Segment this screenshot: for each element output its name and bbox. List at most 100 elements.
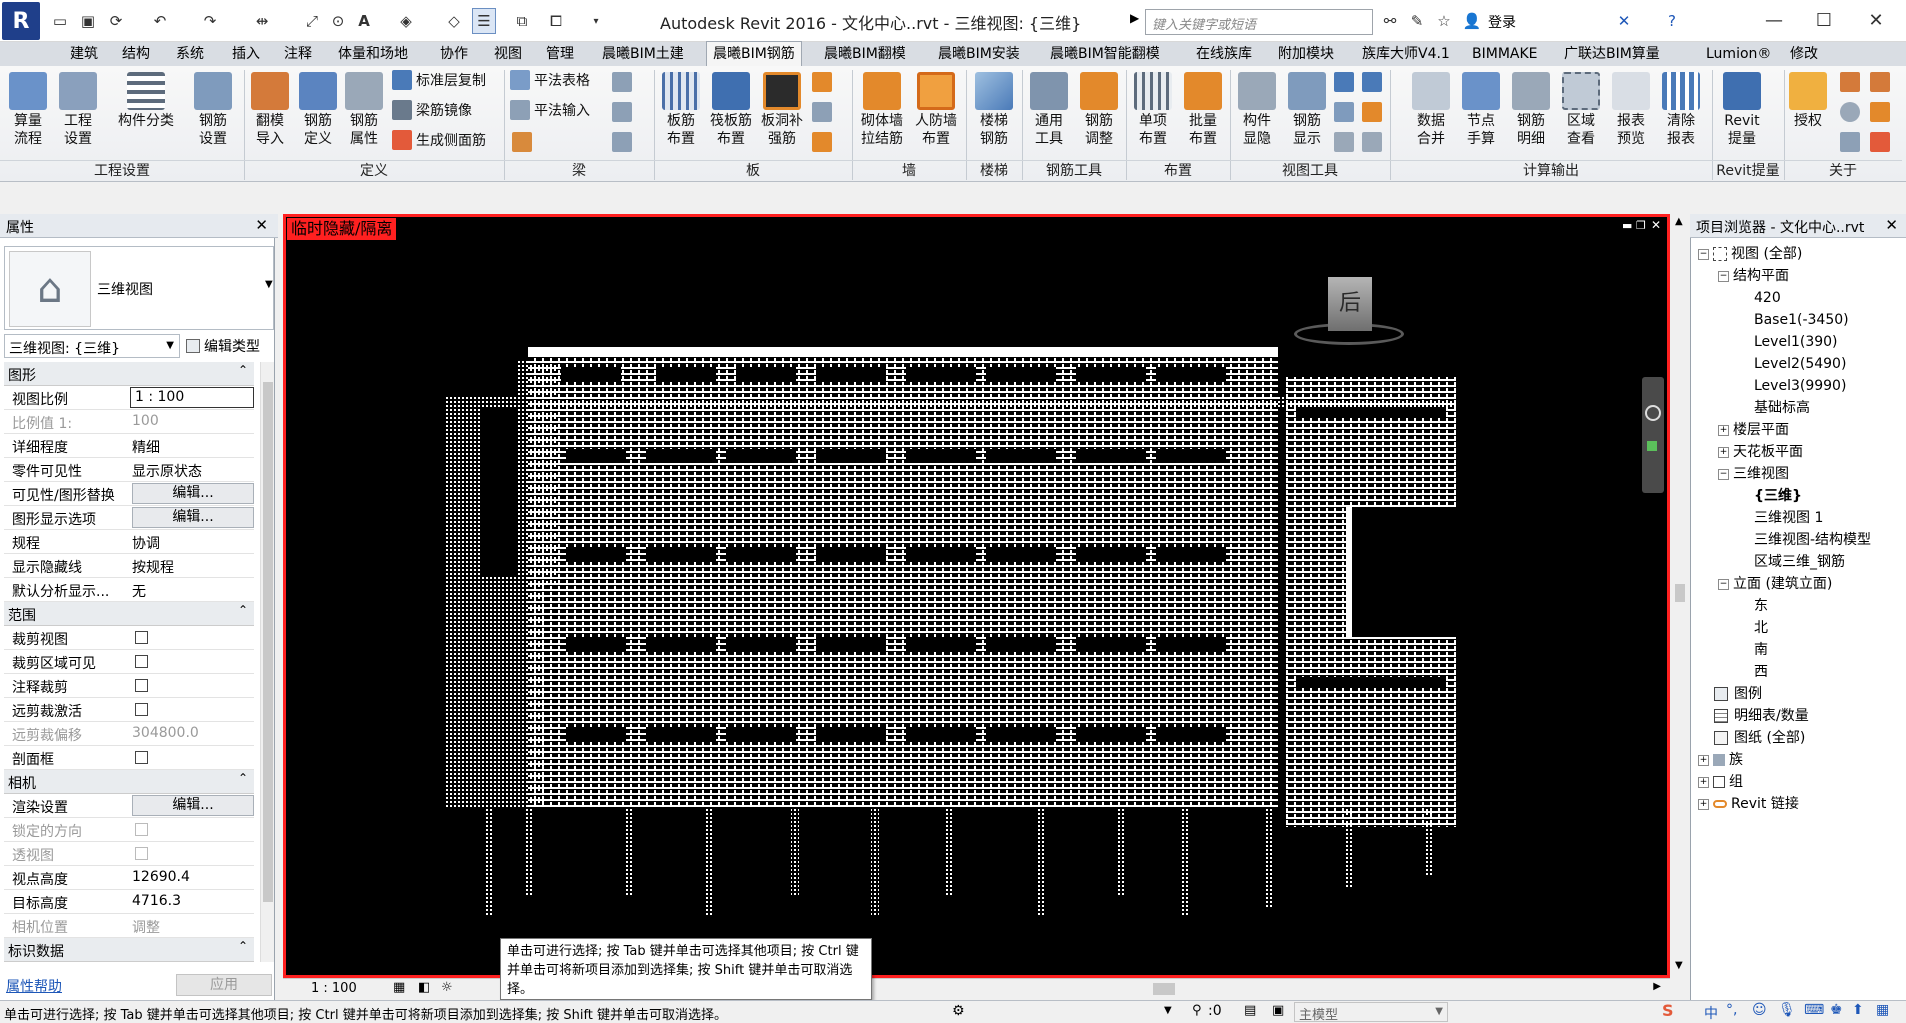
stair-rebar-button[interactable]: 楼梯 钢筋 <box>972 72 1016 148</box>
redo-icon[interactable]: ↷ <box>198 8 222 34</box>
collapse-icon[interactable]: − <box>1698 248 1709 260</box>
slab-rebar-button[interactable]: 板筋 布置 <box>658 72 704 148</box>
about-user-icon[interactable] <box>1840 72 1860 92</box>
view-tool-icon[interactable] <box>1362 132 1382 152</box>
viewport-minimize-icon[interactable]: ▬ <box>1622 219 1632 232</box>
annotation-crop-checkbox[interactable] <box>135 679 148 692</box>
view-selector-dropdown[interactable]: 三维视图: {三维} ▼ <box>4 334 180 358</box>
tree-legends[interactable]: 图例 <box>1714 684 1762 706</box>
properties-scrollbar[interactable] <box>260 362 274 962</box>
scroll-thumb[interactable] <box>1675 584 1685 602</box>
beam-tool-icon[interactable] <box>612 132 632 152</box>
favorites-icon[interactable]: ☆ <box>1432 8 1456 34</box>
expand-icon[interactable]: + <box>1698 776 1709 788</box>
tab-insert[interactable]: 插入 <box>226 42 266 66</box>
filter-icon[interactable]: ▤ <box>1244 1003 1256 1018</box>
row-target-elevation[interactable]: 目标高度 4716.3 <box>4 890 254 914</box>
tree-elevations[interactable]: − 立面 (建筑立面) <box>1718 574 1832 596</box>
vg-edit-button[interactable]: 编辑... <box>132 483 254 504</box>
sync-icon[interactable]: ⟳ <box>104 8 128 34</box>
row-eye-elevation[interactable]: 视点高度 12690.4 <box>4 866 254 890</box>
help-icon[interactable]: ? <box>1660 8 1684 34</box>
beam-rebar-mirror-button[interactable]: 梁筋镜像 <box>392 100 472 120</box>
about-person-icon[interactable] <box>1870 102 1890 122</box>
binoculars-icon[interactable]: ⚯ <box>1378 8 1402 34</box>
rebar-display-button[interactable]: 钢筋 显示 <box>1284 72 1330 148</box>
about-user-icon[interactable] <box>1870 72 1890 92</box>
expand-icon[interactable]: + <box>1698 754 1709 766</box>
emoji-icon[interactable]: ☺ <box>1752 1002 1767 1018</box>
table-input-button[interactable]: 平法表格 <box>510 70 590 90</box>
row-default-analysis[interactable]: 默认分析显示... 无 <box>4 578 254 602</box>
properties-help-link[interactable]: 属性帮助 <box>6 976 62 996</box>
main-model-dropdown[interactable]: 主模型 ▼ <box>1294 1002 1448 1023</box>
license-button[interactable]: 授权 <box>1788 72 1828 130</box>
tree-item[interactable]: 东 <box>1754 596 1768 618</box>
tree-item[interactable]: 西 <box>1754 662 1768 684</box>
civil-defense-wall-button[interactable]: 人防墙 布置 <box>910 72 962 148</box>
scroll-thumb[interactable] <box>263 382 273 902</box>
tree-item[interactable]: Level3(9990) <box>1754 376 1846 398</box>
tab-manage[interactable]: 管理 <box>540 42 580 66</box>
tab-chenxi-civil[interactable]: 晨曦BIM土建 <box>596 42 690 66</box>
editable-only-icon[interactable]: ▣ <box>1272 1003 1284 1018</box>
section-camera[interactable]: 相机 ⌃ <box>4 770 254 794</box>
scroll-down-icon[interactable]: ▼ <box>1675 960 1683 971</box>
tab-bimmake[interactable]: BIMMAKE <box>1466 42 1544 66</box>
collapse-icon[interactable]: − <box>1718 270 1729 282</box>
row-detail-level[interactable]: 详细程度 精细 <box>4 434 254 458</box>
crop-visible-checkbox[interactable] <box>135 655 148 668</box>
slab-opening-rebar-button[interactable]: 板洞补 强筋 <box>756 72 808 148</box>
tree-item[interactable]: 区域三维_钢筋 <box>1754 552 1845 574</box>
minimize-button[interactable]: — <box>1750 0 1798 40</box>
report-preview-button[interactable]: 报表 预览 <box>1608 72 1654 148</box>
rebar-properties-button[interactable]: 钢筋 属性 <box>342 72 386 148</box>
component-visibility-button[interactable]: 构件 显隐 <box>1234 72 1280 148</box>
rebar-detail-button[interactable]: 钢筋 明细 <box>1508 72 1554 148</box>
view-tool-icon[interactable] <box>1334 132 1354 152</box>
tree-item-active[interactable]: {三维} <box>1754 486 1802 508</box>
display-edit-button[interactable]: 编辑... <box>132 507 254 528</box>
clear-report-button[interactable]: 清除 报表 <box>1658 72 1704 148</box>
slab-tool-icon[interactable] <box>812 72 832 92</box>
tab-view[interactable]: 视图 <box>488 42 528 66</box>
3d-viewport[interactable]: 后 ▬ ❐ ✕ <box>283 214 1670 978</box>
tab-chenxi-smart[interactable]: 晨曦BIM智能翻模 <box>1044 42 1166 66</box>
mic-icon[interactable]: 🎙 <box>1778 1002 1796 1018</box>
section-box-checkbox[interactable] <box>135 751 148 764</box>
rebar-define-button[interactable]: 钢筋 定义 <box>296 72 340 148</box>
tab-massing[interactable]: 体量和场地 <box>332 42 414 66</box>
aligned-dimension-icon[interactable]: ⤢ <box>300 8 324 34</box>
save-icon[interactable]: ▣ <box>76 8 100 34</box>
detail-level-icon[interactable]: ▦ <box>393 980 405 995</box>
beam-extra-icon[interactable] <box>512 132 532 152</box>
zoom-icon[interactable] <box>1647 441 1657 451</box>
collapse-icon[interactable]: − <box>1718 578 1729 590</box>
tab-addins[interactable]: 附加模块 <box>1272 42 1340 66</box>
rebar-model-wireframe[interactable] <box>286 217 1667 975</box>
chevron-down-icon[interactable]: ▼ <box>1164 1005 1172 1016</box>
view-tool-icon[interactable] <box>1362 102 1382 122</box>
ime-language[interactable]: 中 <box>1704 1003 1718 1023</box>
data-merge-button[interactable]: 数据 合并 <box>1408 72 1454 148</box>
viewport-close-icon[interactable]: ✕ <box>1651 218 1661 232</box>
crop-view-checkbox[interactable] <box>135 631 148 644</box>
tree-item[interactable]: 三维视图 1 <box>1754 508 1823 530</box>
expand-icon[interactable]: + <box>1698 798 1709 810</box>
tree-floor-plans[interactable]: + 楼层平面 <box>1718 420 1789 442</box>
steering-wheel-icon[interactable] <box>1645 405 1661 421</box>
sun-path-icon[interactable]: ☼ <box>441 980 453 995</box>
login-label[interactable]: 登录 <box>1488 12 1516 32</box>
far-clip-checkbox[interactable] <box>135 703 148 716</box>
tree-item[interactable]: Level1(390) <box>1754 332 1838 354</box>
thin-lines-icon[interactable]: ☰ <box>472 8 496 34</box>
viewcube-face[interactable]: 后 <box>1328 277 1372 331</box>
tree-sheets[interactable]: 图纸 (全部) <box>1714 728 1805 750</box>
ime-logo-icon[interactable]: S <box>1662 1001 1674 1020</box>
tree-item[interactable]: 南 <box>1754 640 1768 662</box>
slab-tool-icon[interactable] <box>812 102 832 122</box>
maximize-button[interactable]: ☐ <box>1800 0 1848 40</box>
row-parts-visibility[interactable]: 零件可见性 显示原状态 <box>4 458 254 482</box>
tree-item[interactable]: Base1(-3450) <box>1754 310 1849 332</box>
tab-annotate[interactable]: 注释 <box>278 42 318 66</box>
